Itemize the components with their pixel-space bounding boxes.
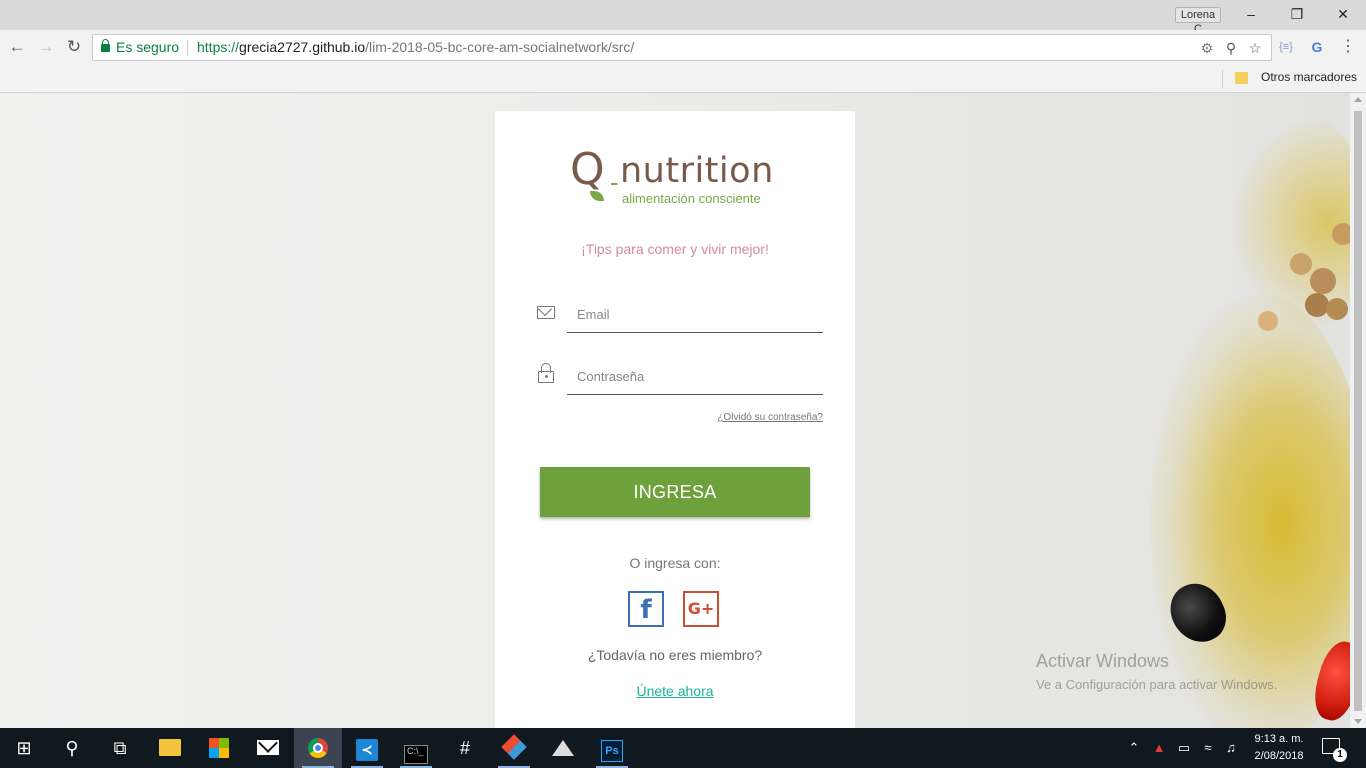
facebook-icon: f — [640, 595, 652, 625]
reload-icon[interactable]: ↻ — [62, 35, 86, 59]
task-view-icon[interactable]: ⧉ — [96, 728, 144, 768]
menu-icon[interactable]: ⋮ — [1336, 35, 1360, 59]
lock-icon — [535, 362, 557, 384]
url-host: grecia2727.github.io — [239, 39, 366, 55]
windows-taskbar: ⊞ ⚲ ⧉ ≺ C:\_ # Ps ⌃ ▲ ▭ ≈ ♫ 9:13 a. m. 2… — [0, 728, 1366, 768]
other-bookmarks[interactable]: Otros marcadores — [1261, 70, 1357, 84]
alt-login-label: O ingresa con: — [629, 555, 721, 571]
mail-app-icon[interactable] — [244, 728, 292, 768]
back-icon[interactable]: ← — [5, 35, 29, 59]
activation-watermark-subtitle: Ve a Configuración para activar Windows. — [1036, 677, 1278, 692]
lock-icon — [101, 39, 110, 52]
vscode-icon[interactable]: ≺ — [343, 728, 391, 768]
inkscape-icon[interactable] — [539, 728, 587, 768]
coriander-seed — [1258, 311, 1278, 331]
clock-date: 2/08/2018 — [1254, 750, 1304, 762]
photoshop-icon[interactable]: Ps — [588, 728, 636, 768]
password-field — [567, 359, 823, 395]
logo-letter: Q — [570, 144, 605, 195]
signup-link[interactable]: Únete ahora — [495, 683, 855, 699]
cookie-blocked-icon[interactable]: ⚙ — [1197, 38, 1217, 58]
activation-watermark-title: Activar Windows — [1036, 651, 1170, 671]
browser-toolbar: ← → ↻ Es seguro https://grecia2727.githu… — [0, 30, 1366, 64]
chrome-icon[interactable] — [294, 728, 342, 768]
scroll-down-icon[interactable] — [1354, 719, 1362, 724]
turmeric-powder — [1150, 293, 1350, 728]
slack-icon[interactable]: # — [441, 728, 489, 768]
folder-icon[interactable] — [1235, 72, 1248, 84]
bookmark-star-icon[interactable]: ☆ — [1245, 38, 1265, 58]
extension-icon[interactable]: {≡} — [1274, 35, 1298, 59]
scroll-up-icon[interactable] — [1354, 97, 1362, 102]
start-icon[interactable]: ⊞ — [0, 728, 48, 768]
minimize-icon[interactable]: – — [1228, 0, 1274, 30]
pdf-reader-icon[interactable]: ▲ — [1150, 728, 1168, 768]
search-icon[interactable]: ⚲ — [48, 728, 96, 768]
notification-badge: 1 — [1333, 748, 1347, 762]
logo-dash: - — [610, 167, 619, 197]
close-icon[interactable]: ✕ — [1320, 0, 1366, 30]
terminal-icon[interactable]: C:\_ — [392, 728, 440, 768]
wifi-icon[interactable]: ≈ — [1198, 728, 1218, 768]
bookmarks-bar: Otros marcadores — [0, 64, 1366, 93]
password-input[interactable] — [567, 359, 823, 394]
file-explorer-icon[interactable] — [146, 728, 194, 768]
security-indicator[interactable]: Es seguro — [101, 35, 179, 60]
translate-icon[interactable]: G — [1305, 35, 1329, 59]
coriander-seed — [1326, 298, 1348, 320]
login-card: Q - nutrition alimentación consciente ¡T… — [495, 111, 855, 728]
volume-icon[interactable]: ♫ — [1220, 728, 1242, 768]
google-plus-icon: G+ — [687, 599, 715, 618]
chevron-up-icon[interactable]: ⌃ — [1124, 728, 1144, 768]
url-scheme: https:// — [197, 39, 240, 55]
tagline: ¡Tips para comer y vivir mejor! — [581, 241, 769, 257]
brand-logo: Q - nutrition alimentación consciente — [570, 145, 790, 207]
address-bar[interactable]: Es seguro https://grecia2727.github.io/l… — [92, 34, 1272, 61]
clock-time: 9:13 a. m. — [1254, 733, 1304, 745]
window-titlebar: Lorena C – ❐ ✕ — [0, 0, 1366, 35]
bookmarks-divider — [1222, 70, 1223, 88]
mail-icon — [535, 301, 557, 324]
coriander-seed — [1290, 253, 1312, 275]
url-path: /lim-2018-05-bc-core-am-socialnetwork/sr… — [365, 39, 635, 55]
restore-icon[interactable]: ❐ — [1274, 0, 1320, 30]
logo-wordmark: nutrition — [620, 151, 774, 191]
coriander-seed — [1332, 223, 1350, 245]
profile-button[interactable]: Lorena C — [1175, 7, 1221, 35]
secure-label: Es seguro — [116, 39, 180, 55]
scrollbar-thumb[interactable] — [1354, 111, 1362, 711]
facebook-login-button[interactable]: f — [628, 591, 664, 627]
coriander-seed — [1305, 293, 1329, 317]
login-button[interactable]: INGRESA — [540, 467, 810, 517]
page-background: Q - nutrition alimentación consciente ¡T… — [0, 93, 1350, 728]
zoom-icon[interactable]: ⚲ — [1221, 38, 1241, 58]
forward-icon[interactable]: → — [34, 35, 58, 59]
battery-icon[interactable]: ▭ — [1174, 728, 1194, 768]
google-login-button[interactable]: G+ — [683, 591, 719, 627]
signup-prompt: ¿Todavía no eres miembro? — [587, 647, 763, 663]
store-icon[interactable] — [195, 728, 243, 768]
logo-tagline: alimentación consciente — [622, 191, 761, 206]
page-scrollbar[interactable] — [1350, 93, 1366, 728]
system-clock[interactable]: 9:13 a. m. 2/08/2018 — [1248, 731, 1310, 765]
git-icon[interactable] — [490, 728, 538, 768]
forgot-password-link[interactable]: ¿Olvidó su contraseña? — [717, 412, 823, 423]
email-input[interactable] — [567, 297, 823, 332]
coriander-seed — [1310, 268, 1336, 294]
omnibox-divider — [187, 40, 188, 56]
url-text[interactable]: https://grecia2727.github.io/lim-2018-05… — [197, 35, 634, 60]
email-field — [567, 297, 823, 333]
